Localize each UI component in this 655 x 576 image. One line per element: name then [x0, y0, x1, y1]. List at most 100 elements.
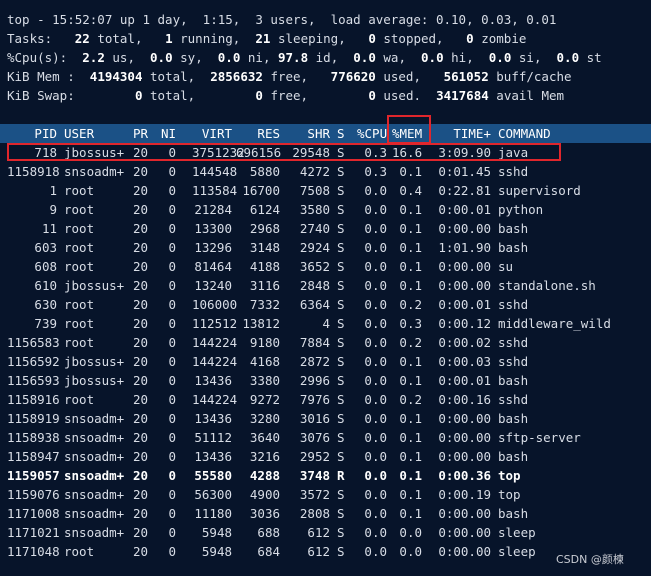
shr-cell: 7976 — [299, 392, 330, 407]
csdn-watermark: CSDN @颜楝 — [556, 553, 624, 566]
process-row[interactable]: 11 root 20 0 13300 2968 2740 S 0.0 0.1 0:00.00 bash — [0, 219, 651, 238]
pid-cell: 603 — [34, 240, 57, 255]
shr-cell: 612 — [307, 525, 330, 540]
state-cell: R — [337, 468, 345, 483]
mem-line: KiB Mem : 4194304 total, 2856632 free, 7… — [7, 67, 602, 86]
ni-cell: 0 — [168, 430, 176, 445]
virt-cell: 13300 — [194, 221, 232, 236]
pid-cell: 1171021 — [7, 525, 60, 540]
cpu-cell: 0.0 — [364, 316, 387, 331]
time-cell: 0:00.01 — [438, 297, 491, 312]
tasks-zombie: 0 — [466, 31, 474, 46]
terminal-window[interactable]: top - 15:52:07 up 1 day, 1:15, 3 users, … — [0, 0, 651, 576]
pr-cell: 20 — [133, 145, 149, 160]
shr-cell: 2952 — [299, 449, 330, 464]
cpu-cell: 0.0 — [364, 240, 387, 255]
pid-cell: 1158947 — [7, 449, 60, 464]
process-row[interactable]: 1 root 20 0 113584 16700 7508 S 0.0 0.4 0:22.81 sup… — [0, 181, 651, 200]
res-cell: 3640 — [249, 430, 280, 445]
cpu-cell: 0.0 — [364, 449, 387, 464]
pid-cell: 11 — [41, 221, 57, 236]
cpu-us: 2.2 — [82, 50, 105, 65]
process-row[interactable]: 739 root 20 0 112512 13812 4 S 0.0 0.3 0:00.12 midd… — [0, 314, 651, 333]
state-cell: S — [337, 487, 345, 502]
ni-cell: 0 — [168, 164, 176, 179]
mem-cell: 0.1 — [399, 411, 422, 426]
time-cell: 0:00.01 — [438, 202, 491, 217]
state-cell: S — [337, 145, 345, 160]
ni-cell: 0 — [168, 316, 176, 331]
cpu-hi-label: hi, — [451, 50, 474, 65]
process-row[interactable]: 1158919 snsoadm+ 20 0 13436 3280 3016 S 0.0 0.1 0:… — [0, 409, 651, 428]
tasks-total-label: total, — [97, 31, 143, 46]
pid-cell: 718 — [34, 145, 57, 160]
command-cell: bash — [498, 373, 529, 388]
tasks-sleeping: 21 — [255, 31, 271, 46]
user-cell: root — [64, 240, 95, 255]
cpu-st-label: st — [586, 50, 602, 65]
pr-cell: 20 — [133, 449, 149, 464]
mem-cell: 0.0 — [399, 525, 422, 540]
command-cell: supervisord — [498, 183, 581, 198]
process-row[interactable]: 9 root 20 0 21284 6124 3580 S 0.0 0.1 0:00.01 pytho… — [0, 200, 651, 219]
shr-cell: 2848 — [299, 278, 330, 293]
time-cell: 0:00.00 — [438, 411, 491, 426]
user-cell: snsoadm+ — [64, 506, 125, 521]
process-row[interactable]: 1156583 root 20 0 144224 9180 7884 S 0.0 0.2 0:00.… — [0, 333, 651, 352]
command-cell: sshd — [498, 392, 529, 407]
cpu-cell: 0.0 — [364, 278, 387, 293]
process-row[interactable]: 608 root 20 0 81464 4188 3652 S 0.0 0.1 0:00.00 su — [0, 257, 651, 276]
user-cell: root — [64, 221, 95, 236]
shr-cell: 2808 — [299, 506, 330, 521]
time-cell: 0:00.00 — [438, 525, 491, 540]
swap-total: 0 — [134, 88, 143, 103]
process-row[interactable]: 610 jbossus+ 20 0 13240 3116 2848 S 0.0 0.1 0:00.0… — [0, 276, 651, 295]
time-cell: 0:00.00 — [438, 430, 491, 445]
process-row[interactable]: 630 root 20 0 106000 7332 6364 S 0.0 0.2 0:00.01 ss… — [0, 295, 651, 314]
pr-cell: 20 — [133, 202, 149, 217]
process-row[interactable]: 1158918 snsoadm+ 20 0 144548 5880 4272 S 0.3 0.1 0… — [0, 162, 651, 181]
process-row[interactable]: 1171008 snsoadm+ 20 0 11180 3036 2808 S 0.0 0.1 0:… — [0, 504, 651, 523]
cpu-cell: 0.0 — [364, 487, 387, 502]
res-cell: 3216 — [249, 449, 280, 464]
cpu-label: %Cpu(s): — [7, 50, 68, 65]
pr-cell: 20 — [133, 316, 149, 331]
process-row[interactable]: 718 jbossus+ 20 0 3751232 696156 29548 S 0.3 16.6… — [0, 143, 651, 162]
process-row[interactable]: 1158947 snsoadm+ 20 0 13436 3216 2952 S 0.0 0.1 0:… — [0, 447, 651, 466]
command-cell: sshd — [498, 164, 529, 179]
res-cell: 3380 — [249, 373, 280, 388]
shr-cell: 3572 — [299, 487, 330, 502]
cpu-id-label: id, — [315, 50, 339, 65]
mem-cell: 0.2 — [399, 392, 422, 407]
cpu-ni-label: ni, — [247, 50, 271, 65]
process-row[interactable]: 603 root 20 0 13296 3148 2924 S 0.0 0.1 1:01.90 bas… — [0, 238, 651, 257]
col-command: COMMAND — [498, 126, 551, 141]
command-cell: java — [498, 145, 529, 160]
process-row[interactable]: 1171048 root 20 0 5948 684 612 S 0.0 0.0 0:00.00 sl… — [0, 542, 651, 561]
cpu-line: %Cpu(s): 2.2 us, 0.0 sy, 0.0 ni, 97.8 id… — [7, 48, 602, 67]
pr-cell: 20 — [133, 221, 149, 236]
virt-cell: 144224 — [192, 392, 238, 407]
state-cell: S — [337, 240, 345, 255]
process-row[interactable]: 1158938 snsoadm+ 20 0 51112 3640 3076 S 0.0 0.1 0:… — [0, 428, 651, 447]
pid-cell: 1159076 — [7, 487, 60, 502]
cpu-cell: 0.0 — [364, 221, 387, 236]
mem-total: 4194304 — [89, 69, 143, 84]
process-row[interactable]: 1156592 jbossus+ 20 0 144224 4168 2872 S 0.0 0.1 0… — [0, 352, 651, 371]
shr-cell: 2996 — [299, 373, 330, 388]
ni-cell: 0 — [168, 259, 176, 274]
process-row[interactable]: 1159076 snsoadm+ 20 0 56300 4900 3572 S 0.0 0.1 0:… — [0, 485, 651, 504]
cpu-id: 97.8 — [278, 50, 309, 65]
res-cell: 16700 — [242, 183, 280, 198]
pid-cell: 1159057 — [7, 468, 60, 483]
res-cell: 4900 — [249, 487, 280, 502]
swap-total-label: total, — [150, 88, 196, 103]
process-row[interactable]: 1159057 snsoadm+ 20 0 55580 4288 3748 R 0.0 0.1 0:… — [0, 466, 651, 485]
tasks-stopped-label: stopped, — [383, 31, 444, 46]
time-cell: 0:00.00 — [438, 449, 491, 464]
ni-cell: 0 — [168, 221, 176, 236]
process-row[interactable]: 1171021 snsoadm+ 20 0 5948 688 612 S 0.0 0.0 0:00.… — [0, 523, 651, 542]
pr-cell: 20 — [133, 278, 149, 293]
process-row[interactable]: 1158916 root 20 0 144224 9272 7976 S 0.0 0.2 0:00.… — [0, 390, 651, 409]
process-row[interactable]: 1156593 jbossus+ 20 0 13436 3380 2996 S 0.0 0.1 0:… — [0, 371, 651, 390]
